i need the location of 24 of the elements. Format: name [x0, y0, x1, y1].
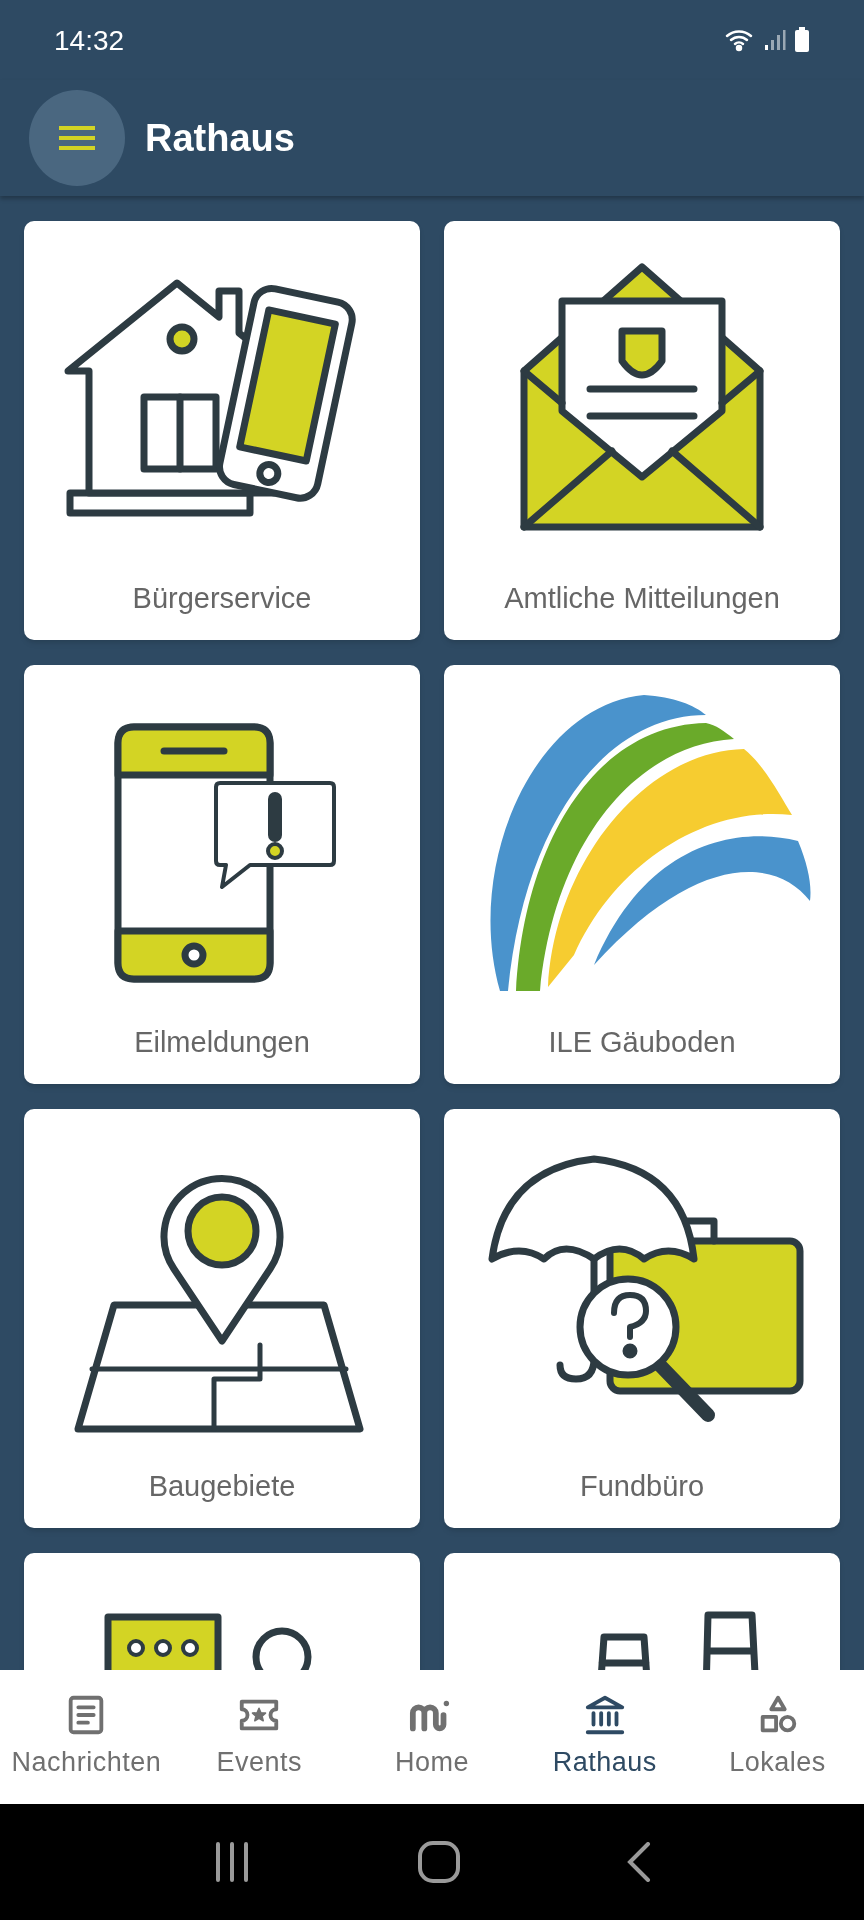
- home-icon[interactable]: [417, 1840, 461, 1884]
- back-icon[interactable]: [625, 1842, 652, 1882]
- tile-card[interactable]: Fundbüro: [444, 1109, 840, 1528]
- tile-label: Baugebiete: [148, 1469, 296, 1504]
- tile-label: ILE Gäuboden: [548, 1025, 736, 1060]
- nav-tab[interactable]: Home: [345, 1691, 519, 1783]
- tile-card[interactable]: ILE Gäuboden: [444, 665, 840, 1084]
- signal-icon: [764, 29, 786, 51]
- tile-label: Bürgerservice: [132, 581, 312, 616]
- nav-tab[interactable]: Events: [172, 1691, 346, 1783]
- tile-label: Fundbüro: [579, 1469, 705, 1504]
- tile-label: Amtliche Mitteilungen: [504, 581, 780, 616]
- tile-card[interactable]: Bürgerservice: [24, 221, 420, 640]
- nav-tab[interactable]: Lokales: [691, 1691, 864, 1783]
- status-time: 14:32: [54, 24, 125, 58]
- tile-label: Eilmeldungen: [134, 1025, 310, 1060]
- menu-icon: [59, 125, 95, 151]
- tile-card[interactable]: Eilmeldungen: [24, 665, 420, 1084]
- nav-tab[interactable]: Rathaus: [518, 1691, 692, 1783]
- page-title: Rathaus: [145, 115, 295, 161]
- battery-icon: [794, 27, 810, 53]
- tile-card[interactable]: Baugebiete: [24, 1109, 420, 1528]
- tile-card[interactable]: Amtliche Mitteilungen: [444, 221, 840, 640]
- nav-tab[interactable]: Nachrichten: [0, 1691, 173, 1783]
